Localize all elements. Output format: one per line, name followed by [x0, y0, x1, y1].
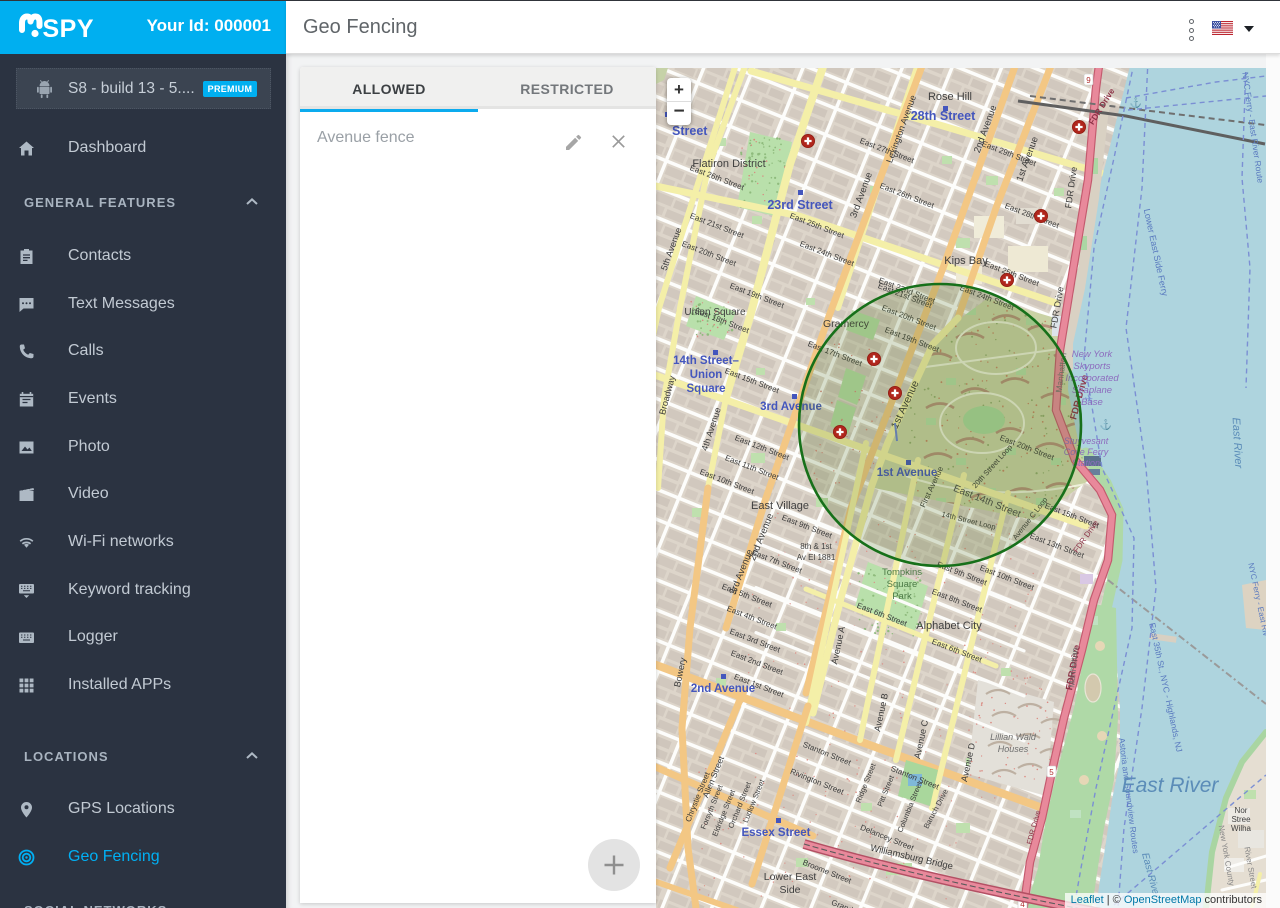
svg-text:New York: New York [1072, 349, 1114, 360]
svg-text:Side: Side [779, 884, 800, 896]
svg-text:⚓: ⚓ [1130, 96, 1142, 109]
svg-text:Stree: Stree [1231, 815, 1251, 824]
svg-text:Skyports: Skyports [1074, 361, 1111, 372]
svg-text:9: 9 [1086, 76, 1091, 85]
svg-text:Lillian Wald: Lillian Wald [990, 732, 1037, 742]
svg-text:Rose Hill: Rose Hill [928, 91, 972, 103]
svg-text:Square: Square [887, 579, 918, 590]
svg-text:Wilha: Wilha [1231, 824, 1252, 833]
svg-text:⚓: ⚓ [1100, 418, 1112, 431]
svg-text:28th Street: 28th Street [911, 109, 976, 123]
svg-text:Union Square: Union Square [684, 307, 746, 318]
svg-text:East River: East River [1122, 774, 1220, 797]
svg-text:Essex Street: Essex Street [741, 827, 810, 839]
svg-text:Union: Union [690, 369, 723, 381]
svg-text:8th & 1st: 8th & 1st [800, 542, 832, 551]
svg-text:Park: Park [892, 591, 912, 602]
svg-text:23rd Street: 23rd Street [767, 198, 833, 212]
svg-text:Alphabet City: Alphabet City [916, 620, 982, 632]
svg-text:14th Street–: 14th Street– [673, 355, 739, 367]
svg-text:Kips Bay: Kips Bay [944, 255, 988, 267]
svg-text:Street: Street [672, 124, 708, 138]
svg-text:Square: Square [687, 383, 726, 395]
svg-text:Houses: Houses [998, 744, 1029, 754]
svg-text:5: 5 [1049, 768, 1054, 777]
svg-text:✈: ✈ [1085, 394, 1093, 405]
svg-text:Av El 1881: Av El 1881 [797, 553, 836, 562]
svg-text:Tompkins: Tompkins [882, 567, 922, 578]
svg-text:Nor: Nor [1235, 806, 1248, 815]
svg-text:2nd Avenue: 2nd Avenue [691, 683, 755, 695]
svg-text:Lower East: Lower East [764, 871, 817, 883]
svg-text:SPY: SPY [43, 15, 95, 43]
svg-text:Flatiron District: Flatiron District [692, 158, 765, 170]
svg-text:East Village: East Village [751, 500, 809, 512]
